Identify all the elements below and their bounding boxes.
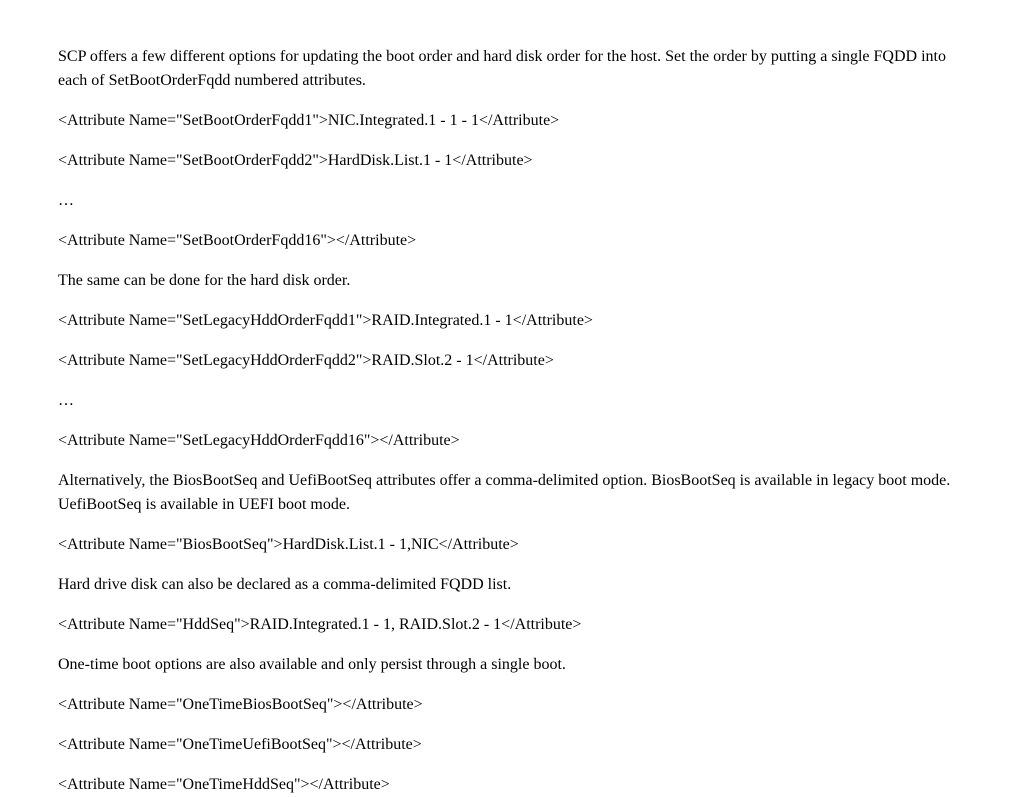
doc-ellipsis: …	[58, 389, 966, 413]
doc-paragraph: Alternatively, the BiosBootSeq and UefiB…	[58, 469, 966, 517]
doc-paragraph: The same can be done for the hard disk o…	[58, 269, 966, 293]
doc-code-line: <Attribute Name="SetBootOrderFqdd2">Hard…	[58, 149, 966, 173]
doc-code-line: <Attribute Name="OneTimeUefiBootSeq"></A…	[58, 733, 966, 757]
doc-code-line: <Attribute Name="SetLegacyHddOrderFqdd16…	[58, 429, 966, 453]
doc-paragraph: Hard drive disk can also be declared as …	[58, 573, 966, 597]
doc-code-line: <Attribute Name="SetBootOrderFqdd1">NIC.…	[58, 109, 966, 133]
doc-ellipsis: …	[58, 189, 966, 213]
doc-code-line: <Attribute Name="SetBootOrderFqdd16"></A…	[58, 229, 966, 253]
doc-paragraph: SCP offers a few different options for u…	[58, 45, 966, 93]
doc-code-line: <Attribute Name="BiosBootSeq">HardDisk.L…	[58, 533, 966, 557]
doc-code-line: <Attribute Name="OneTimeHddSeq"></Attrib…	[58, 773, 966, 797]
doc-code-line: <Attribute Name="HddSeq">RAID.Integrated…	[58, 613, 966, 637]
doc-paragraph: One-time boot options are also available…	[58, 653, 966, 677]
doc-code-line: <Attribute Name="OneTimeBiosBootSeq"></A…	[58, 693, 966, 717]
doc-code-line: <Attribute Name="SetLegacyHddOrderFqdd1"…	[58, 309, 966, 333]
doc-code-line: <Attribute Name="SetLegacyHddOrderFqdd2"…	[58, 349, 966, 373]
